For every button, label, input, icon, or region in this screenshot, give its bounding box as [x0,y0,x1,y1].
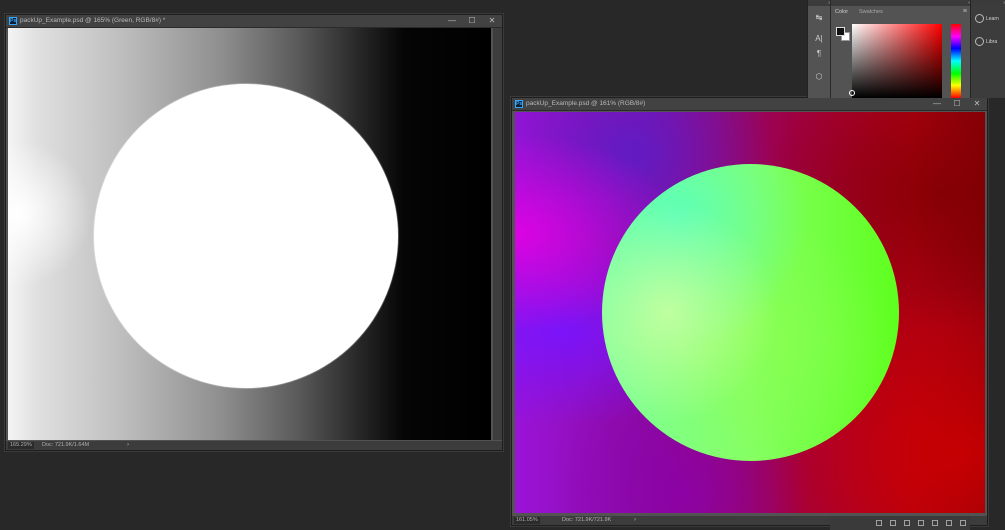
minimize-button[interactable]: — [446,15,458,27]
vertical-scrollbar[interactable] [493,28,502,440]
maximize-button[interactable]: ☐ [951,98,963,110]
close-button[interactable]: ✕ [486,15,498,27]
paragraph-icon[interactable]: ¶ [813,48,825,60]
foreground-background-swatches[interactable] [836,27,850,41]
photoshop-doc-icon: Ps [515,100,523,108]
panel-icon-strip: » ↹ A| ¶ ⬡ [807,0,831,98]
learn-label: Learn [986,15,999,22]
minimize-button[interactable]: — [931,98,943,110]
picker-ring-icon[interactable] [849,90,855,96]
layers-panel-footer [830,516,970,530]
zoom-level-field[interactable]: 165.29% [8,442,34,449]
fx-icon[interactable] [890,520,896,526]
transform-icon[interactable]: ↹ [813,12,825,24]
tab-swatches[interactable]: Swatches [855,7,887,18]
collapse-strip[interactable]: » [971,0,1005,6]
lightbulb-icon [975,14,984,23]
status-menu-arrow[interactable]: › [634,516,636,525]
adjustment-layer-icon[interactable] [918,520,924,526]
status-menu-arrow[interactable]: › [127,441,129,450]
link-layers-icon[interactable] [876,520,882,526]
green-circle-shape [602,164,899,461]
zoom-level-field[interactable]: 161.05% [514,517,540,524]
color-panel: « Color Swatches ≡ [830,0,971,98]
foreground-color-swatch[interactable] [836,27,845,36]
collapse-panel-button[interactable]: « [831,0,971,6]
doc-size-info: Doc: 721.9K/1.64M [42,442,90,448]
doc-size-info: Doc: 721.9K/721.9K [562,517,612,523]
libraries-item[interactable]: Libra [975,37,997,46]
new-layer-icon[interactable] [946,520,952,526]
libraries-label: Libra [986,38,998,45]
3d-cube-icon[interactable]: ⬡ [813,71,825,83]
close-button[interactable]: ✕ [971,98,983,110]
tab-color[interactable]: Color [831,7,853,18]
type-tool-icon[interactable]: A| [813,33,825,45]
document-canvas[interactable] [515,112,985,513]
side-panel-learn-libraries: » Learn Libra [970,0,1005,98]
delete-layer-icon[interactable] [960,520,966,526]
maximize-button[interactable]: ☐ [466,15,478,27]
document-window-green[interactable]: Ps packUp_Example.psd @ 165% (Green, RGB… [5,14,503,451]
libraries-icon [975,37,984,46]
window-title: packUp_Example.psd @ 165% (Green, RGB/8#… [20,17,166,24]
group-folder-icon[interactable] [932,520,938,526]
hue-slider[interactable] [951,24,961,98]
mask-icon[interactable] [904,520,910,526]
collapse-strip[interactable]: » [808,0,831,6]
learn-item[interactable]: Learn [975,14,999,23]
document-canvas[interactable] [8,28,491,440]
document-window-rgb[interactable]: Ps packUp_Example.psd @ 161% (RGB/8#) — … [511,97,988,526]
window-title: packUp_Example.psd @ 161% (RGB/8#) [526,100,646,107]
window-titlebar[interactable]: Ps packUp_Example.psd @ 165% (Green, RGB… [6,15,502,28]
status-bar: 165.29% Doc: 721.9K/1.64M › [6,441,502,450]
white-circle-shape [94,84,398,388]
panel-menu-icon[interactable]: ≡ [963,8,967,15]
photoshop-doc-icon: Ps [9,17,17,25]
color-picker-field[interactable] [849,24,942,98]
window-titlebar[interactable]: Ps packUp_Example.psd @ 161% (RGB/8#) — … [512,98,987,111]
